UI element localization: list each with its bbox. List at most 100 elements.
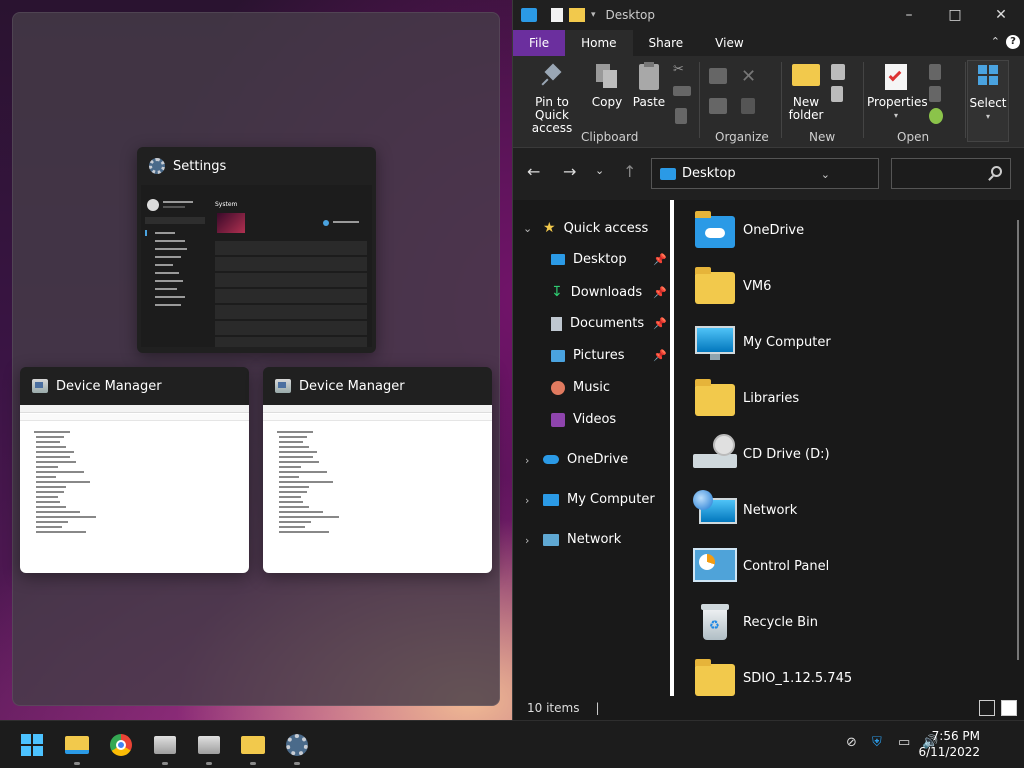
close-button[interactable]: ✕ xyxy=(978,0,1024,30)
taskbar-task-folder[interactable] xyxy=(239,731,267,765)
tab-file[interactable]: File xyxy=(513,30,566,56)
file-item-vm6[interactable]: VM6 xyxy=(693,266,771,306)
snap-thumbnail-device-manager-2[interactable]: Device Manager xyxy=(263,367,492,573)
taskbar-chrome[interactable] xyxy=(107,731,135,759)
nav-item-quick-access[interactable]: ★ Quick access xyxy=(543,220,648,236)
taskbar-file-explorer[interactable] xyxy=(63,731,91,765)
device-manager-icon xyxy=(275,379,291,393)
onedrive-folder-icon xyxy=(693,210,737,250)
nav-item-music[interactable]: Music xyxy=(551,380,610,395)
properties-button[interactable]: Properties ▾ xyxy=(867,64,928,122)
pane-splitter[interactable] xyxy=(670,200,674,696)
nav-item-pictures[interactable]: Pictures 📌 xyxy=(551,348,667,363)
vertical-scrollbar[interactable] xyxy=(1017,220,1019,660)
paste-button[interactable]: Paste xyxy=(631,62,667,109)
show-desktop-button[interactable] xyxy=(1018,721,1024,768)
nav-item-videos[interactable]: Videos xyxy=(551,412,616,427)
nav-item-onedrive[interactable]: OneDrive xyxy=(543,452,628,467)
file-item-my-computer[interactable]: My Computer xyxy=(693,322,831,362)
network-icon xyxy=(693,490,737,530)
file-item-sdio[interactable]: SDIO_1.12.5.745 xyxy=(693,658,852,698)
file-item-network[interactable]: Network xyxy=(693,490,797,530)
chrome-icon xyxy=(110,734,132,756)
security-shield-icon[interactable]: ⛨ xyxy=(872,735,882,750)
copy-icon xyxy=(596,64,618,90)
rename-icon[interactable] xyxy=(741,98,755,114)
nav-item-downloads[interactable]: ↧ Downloads 📌 xyxy=(551,284,667,300)
file-item-onedrive[interactable]: OneDrive xyxy=(693,210,804,250)
cut-icon[interactable]: ✂ xyxy=(673,62,691,78)
easy-access-icon[interactable] xyxy=(831,86,843,102)
file-item-libraries[interactable]: Libraries xyxy=(693,378,799,418)
clock[interactable]: 7:56 PM 6/11/2022 xyxy=(918,728,980,760)
tab-share[interactable]: Share xyxy=(633,30,700,56)
quick-access-dropdown-icon[interactable]: ▾ xyxy=(591,10,596,20)
paste-label: Paste xyxy=(632,95,666,109)
network-disconnected-icon[interactable]: ⊘ xyxy=(846,735,857,750)
pin-icon[interactable]: 📌 xyxy=(653,286,667,299)
taskbar: ⊘ ⛨ ▭ 🔊 7:56 PM 6/11/2022 xyxy=(0,720,1024,768)
file-item-control-panel[interactable]: Control Panel xyxy=(693,546,829,586)
address-bar[interactable]: Desktop ⌄ ↻ xyxy=(651,158,1000,189)
pin-icon xyxy=(541,63,563,86)
help-icon[interactable]: ? xyxy=(1006,35,1020,49)
new-folder-quick-icon[interactable] xyxy=(569,8,585,22)
chevron-right-icon[interactable]: › xyxy=(525,494,529,507)
start-button[interactable] xyxy=(18,731,46,759)
downloads-icon: ↧ xyxy=(551,284,563,300)
details-view-button[interactable] xyxy=(979,700,995,716)
select-button[interactable]: Select ▾ xyxy=(967,60,1009,142)
properties-dropdown-icon[interactable]: ▾ xyxy=(867,109,925,122)
thumbnail-header: Device Manager xyxy=(20,367,249,405)
file-name: CD Drive (D:) xyxy=(743,446,830,462)
history-icon[interactable] xyxy=(929,108,943,124)
pin-icon[interactable]: 📌 xyxy=(653,253,667,266)
address-dropdown-icon[interactable]: ⌄ xyxy=(821,168,830,181)
device-manager-icon xyxy=(198,736,220,754)
file-item-recycle-bin[interactable]: ♻ Recycle Bin xyxy=(693,602,818,642)
collapse-ribbon-icon[interactable]: ⌃ xyxy=(991,35,1000,49)
display-icon[interactable]: ▭ xyxy=(898,735,910,750)
nav-item-label: Pictures xyxy=(573,348,625,363)
copy-to-icon[interactable] xyxy=(709,98,727,114)
nav-item-network[interactable]: Network xyxy=(543,532,621,547)
snap-thumbnail-settings[interactable]: Settings System xyxy=(137,147,376,353)
move-to-icon[interactable] xyxy=(709,68,727,84)
back-arrow-icon[interactable]: ← xyxy=(527,162,540,181)
tab-home[interactable]: Home xyxy=(565,30,633,56)
chevron-right-icon[interactable]: › xyxy=(525,534,529,547)
edit-icon[interactable] xyxy=(929,86,941,102)
taskbar-settings[interactable] xyxy=(283,731,311,765)
maximize-button[interactable]: □ xyxy=(932,0,978,30)
select-dropdown-icon[interactable]: ▾ xyxy=(968,110,1008,123)
paste-shortcut-icon[interactable] xyxy=(675,108,687,124)
copy-path-icon[interactable] xyxy=(673,86,691,96)
pin-to-quick-access-button[interactable]: Pin to Quick access xyxy=(519,63,585,135)
pin-icon[interactable]: 📌 xyxy=(653,317,667,330)
taskbar-device-manager-1[interactable] xyxy=(151,731,179,765)
recycle-bin-icon: ♻ xyxy=(693,602,737,642)
nav-item-desktop[interactable]: Desktop 📌 xyxy=(551,252,667,267)
nav-item-my-computer[interactable]: My Computer xyxy=(543,492,655,507)
minimize-button[interactable]: – xyxy=(886,0,932,30)
copy-button[interactable]: Copy xyxy=(591,64,623,109)
new-item-icon[interactable] xyxy=(831,64,845,80)
pin-icon[interactable]: 📌 xyxy=(653,349,667,362)
chevron-down-icon[interactable]: ⌄ xyxy=(523,222,532,235)
chevron-right-icon[interactable]: › xyxy=(525,454,529,467)
forward-arrow-icon[interactable]: → xyxy=(563,162,576,181)
delete-icon[interactable]: ✕ xyxy=(741,66,759,87)
large-icons-view-button[interactable] xyxy=(1001,700,1017,716)
search-input[interactable] xyxy=(891,158,1011,189)
taskbar-device-manager-2[interactable] xyxy=(195,731,223,765)
snap-thumbnail-device-manager-1[interactable]: Device Manager xyxy=(20,367,249,573)
open-icon[interactable] xyxy=(929,64,941,80)
properties-quick-icon[interactable] xyxy=(551,8,563,22)
tab-view[interactable]: View xyxy=(699,30,759,56)
nav-item-documents[interactable]: Documents 📌 xyxy=(551,316,667,331)
new-folder-button[interactable]: New folder xyxy=(785,64,827,122)
network-icon xyxy=(543,533,559,546)
recent-locations-chevron-icon[interactable]: ⌄ xyxy=(595,164,604,177)
up-arrow-icon[interactable]: ↑ xyxy=(623,162,636,181)
file-item-cd-drive[interactable]: CD Drive (D:) xyxy=(693,434,830,474)
